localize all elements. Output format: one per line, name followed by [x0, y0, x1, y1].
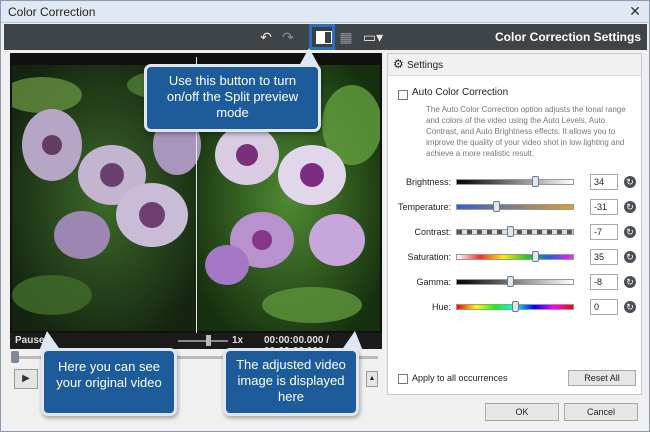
reset-all-button[interactable]: Reset All: [568, 370, 636, 386]
split-preview-icon: [316, 31, 324, 44]
auto-correction-description: The Auto Color Correction option adjusts…: [426, 105, 626, 158]
temperature-value-field[interactable]: -31: [590, 199, 618, 215]
play-icon: ▶: [22, 373, 30, 384]
contrast-value-field[interactable]: -7: [590, 224, 618, 240]
settings-header: ⚙ Settings: [388, 54, 641, 76]
brightness-slider[interactable]: [456, 179, 574, 185]
temperature-reset-icon[interactable]: ↻: [624, 201, 636, 213]
apply-all-row[interactable]: Apply to all occurrences: [398, 373, 508, 385]
auto-correction-checkbox[interactable]: [398, 90, 408, 101]
zoom-slider[interactable]: [178, 340, 228, 342]
hue-value-field[interactable]: 0: [590, 299, 618, 315]
temperature-label: Temperature:: [397, 202, 451, 212]
auto-correction-row[interactable]: Auto Color Correction: [398, 87, 508, 101]
title-bar: Color Correction ✕: [1, 1, 649, 23]
split-callout: Use this button to turn on/off the Split…: [144, 64, 321, 132]
ok-button[interactable]: OK: [485, 403, 559, 421]
zoom-level: 1x: [232, 335, 244, 346]
gear-icon: ⚙: [393, 57, 404, 71]
gamma-value-field[interactable]: -8: [590, 274, 618, 290]
play-button[interactable]: ▶: [14, 369, 38, 389]
contrast-slider[interactable]: [456, 229, 574, 235]
window-title: Color Correction: [8, 5, 96, 19]
contrast-reset-icon[interactable]: ↻: [624, 226, 636, 238]
zoom-slider-thumb[interactable]: [206, 335, 211, 346]
saturation-slider[interactable]: [456, 254, 574, 260]
contrast-slider-thumb[interactable]: [507, 226, 515, 237]
saturation-slider-thumb[interactable]: [532, 251, 540, 262]
redo-icon[interactable]: ↷: [278, 28, 298, 46]
contrast-row: Contrast: -7 ↻: [388, 223, 641, 243]
hue-label: Hue:: [431, 302, 451, 312]
seek-thumb[interactable]: [11, 351, 19, 363]
undo-icon[interactable]: ↶: [256, 28, 276, 46]
split-preview-button[interactable]: [309, 24, 335, 50]
cancel-button[interactable]: Cancel: [564, 403, 638, 421]
adjusted-callout-pointer: [341, 331, 363, 351]
color-correction-window: Color Correction ✕ ↶ ↷ ▦ ▭▾ Color Correc…: [0, 0, 650, 432]
hue-row: Hue: 0 ↻: [388, 298, 641, 318]
settings-header-label: Settings: [407, 60, 444, 71]
saturation-value-field[interactable]: 35: [590, 249, 618, 265]
temperature-slider-thumb[interactable]: [493, 201, 501, 212]
saturation-label: Saturation:: [407, 252, 451, 262]
brightness-row: Brightness: 34 ↻: [388, 173, 641, 193]
brightness-value-field[interactable]: 34: [590, 174, 618, 190]
toolbar: ↶ ↷ ▦ ▭▾ Color Correction Settings: [4, 24, 647, 50]
saturation-reset-icon[interactable]: ↻: [624, 251, 636, 263]
settings-panel: ⚙ Settings Auto Color Correction The Aut…: [387, 53, 642, 395]
grid-icon[interactable]: ▦: [336, 28, 356, 46]
saturation-row: Saturation: 35 ↻: [388, 248, 641, 268]
volume-icon: ▲: [368, 375, 376, 382]
split-callout-pointer: [299, 48, 319, 66]
adjusted-callout: The adjusted video image is displayed he…: [223, 348, 359, 416]
temperature-row: Temperature: -31 ↻: [388, 198, 641, 218]
gamma-slider-thumb[interactable]: [507, 276, 515, 287]
gamma-slider[interactable]: [456, 279, 574, 285]
playback-status-bar: Paused 1x 00:00:00.000 / 00:00:03.960: [10, 333, 382, 357]
temperature-slider[interactable]: [456, 204, 574, 210]
close-icon[interactable]: ✕: [627, 3, 643, 19]
apply-all-checkbox[interactable]: [398, 374, 408, 385]
gamma-row: Gamma: -8 ↻: [388, 273, 641, 293]
original-callout-pointer: [39, 331, 61, 351]
brightness-slider-thumb[interactable]: [532, 176, 540, 187]
auto-correction-label[interactable]: Auto Color Correction: [412, 87, 508, 98]
original-callout: Here you can see your original video: [41, 348, 177, 416]
monitor-icon[interactable]: ▭▾: [359, 28, 387, 46]
settings-title: Color Correction Settings: [494, 30, 641, 44]
hue-slider-thumb[interactable]: [512, 301, 519, 312]
brightness-label: Brightness:: [405, 177, 451, 187]
contrast-label: Contrast:: [414, 227, 451, 237]
gamma-label: Gamma:: [416, 277, 451, 287]
apply-all-label[interactable]: Apply to all occurrences: [412, 373, 508, 383]
gamma-reset-icon[interactable]: ↻: [624, 276, 636, 288]
brightness-reset-icon[interactable]: ↻: [624, 176, 636, 188]
volume-button[interactable]: ▲: [366, 371, 378, 387]
hue-reset-icon[interactable]: ↻: [624, 301, 636, 313]
